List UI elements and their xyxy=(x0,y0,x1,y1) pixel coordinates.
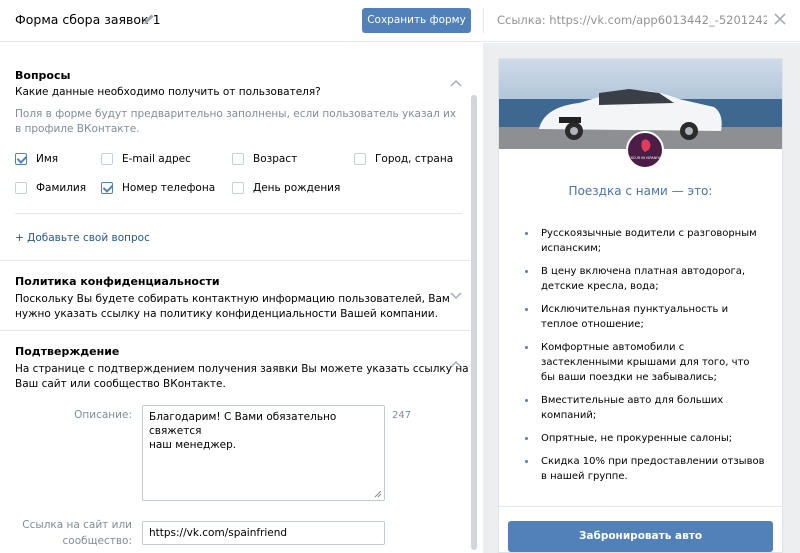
checkbox-label: Фамилия xyxy=(36,182,87,194)
confirmation-text-line2: Ваш сайт или сообщество ВКонтакте. xyxy=(15,378,226,390)
divider xyxy=(15,213,462,214)
close-icon[interactable] xyxy=(773,12,787,26)
questions-subtitle: Какие данные необходимо получить от поль… xyxy=(15,86,321,98)
checkbox-age[interactable]: Возраст xyxy=(232,153,297,165)
group-logo: EXCUR IN ISPANIYA xyxy=(626,131,664,169)
chevron-up-icon[interactable] xyxy=(450,79,462,87)
form-preview-card: EXCUR IN ISPANIYA Поездка с нами — это: … xyxy=(498,58,783,553)
preview-panel: EXCUR IN ISPANIYA Поездка с нами — это: … xyxy=(483,43,800,553)
list-item: Исключительная пунктуальность и теплое о… xyxy=(525,302,765,332)
checkbox-birthday[interactable]: День рождения xyxy=(232,182,340,194)
checkbox-label: День рождения xyxy=(253,182,341,194)
list-item: Вместительные авто для больших компаний; xyxy=(525,393,765,423)
preview-divider xyxy=(499,506,782,507)
link-label-line2: сообщество: xyxy=(62,535,133,547)
description-textarea[interactable]: Благодарим! С Вами обязательно свяжется … xyxy=(142,405,385,501)
list-item: В цену включена платная автодорога, детс… xyxy=(525,264,765,294)
book-car-button[interactable]: Забронировать авто xyxy=(508,521,773,552)
form-settings-panel: Вопросы Какие данные необходимо получить… xyxy=(0,43,482,553)
header-divider xyxy=(483,8,484,33)
description-label: Описание: xyxy=(74,409,132,421)
privacy-section: Политика конфиденциальности Поскольку Вы… xyxy=(0,261,470,331)
link-label-line1: Ссылка на сайт или xyxy=(22,519,132,531)
checkbox-label: Возраст xyxy=(253,153,298,165)
logo-text: EXCUR IN ISPANIYA xyxy=(628,156,662,160)
checkbox-box[interactable] xyxy=(232,153,244,165)
checkbox-label: E-mail адрес xyxy=(122,153,191,165)
form-title: Форма сбора заявок 1 xyxy=(15,12,161,27)
questions-section: Вопросы Какие данные необходимо получить… xyxy=(0,43,470,261)
site-link-input[interactable]: https://vk.com/spainfriend xyxy=(142,521,385,545)
privacy-title: Политика конфиденциальности xyxy=(15,275,220,288)
confirmation-title: Подтверждение xyxy=(15,345,120,358)
resize-grip-icon[interactable] xyxy=(374,490,382,498)
confirmation-text-line1: На странице с подтверждением получения з… xyxy=(15,363,469,375)
checkbox-box[interactable] xyxy=(354,153,366,165)
save-form-button[interactable]: Сохранить форму xyxy=(362,8,471,33)
description-line2: наш менеджер. xyxy=(149,439,237,451)
checkbox-label: Город, страна xyxy=(375,153,454,165)
scrollbar[interactable] xyxy=(471,95,477,550)
checkbox-surname[interactable]: Фамилия xyxy=(15,182,86,194)
description-line1: Благодарим! С Вами обязательно свяжется xyxy=(149,411,337,437)
form-link[interactable]: Ссылка: https://vk.com/app6013442_-52012… xyxy=(497,13,767,27)
add-question-link[interactable]: + Добавьте свой вопрос xyxy=(15,232,150,244)
checkbox-city[interactable]: Город, страна xyxy=(354,153,453,165)
preview-title: Поездка с нами — это: xyxy=(568,184,713,198)
questions-title: Вопросы xyxy=(15,69,71,82)
list-item: Комфортные автомобили с застекленными кр… xyxy=(525,340,765,385)
list-item: Опрятные, не прокуренные салоны; xyxy=(525,431,765,446)
list-item: Скидка 10% при предоставлении отзывов в … xyxy=(525,454,765,484)
checkbox-label: Номер телефона xyxy=(122,182,216,194)
privacy-text-line2: нужно указать ссылку на политику конфиде… xyxy=(15,308,438,320)
char-counter: 247 xyxy=(392,410,412,421)
checkbox-phone[interactable]: Номер телефона xyxy=(101,182,215,194)
top-bar: Форма сбора заявок 1 Сохранить форму Ссы… xyxy=(0,0,800,42)
questions-hint-line2: в профиле ВКонтакте. xyxy=(15,123,140,135)
checkbox-email[interactable]: E-mail адрес xyxy=(101,153,191,165)
checkbox-box[interactable] xyxy=(15,182,27,194)
checkbox-label: Имя xyxy=(36,153,59,165)
checkbox-box[interactable] xyxy=(101,182,113,194)
chevron-down-icon[interactable] xyxy=(450,292,462,300)
list-item: Русскоязычные водители с разговорным исп… xyxy=(525,226,765,256)
checkbox-name[interactable]: Имя xyxy=(15,153,58,165)
checkbox-box[interactable] xyxy=(232,182,244,194)
pencil-icon[interactable] xyxy=(142,12,156,26)
benefits-list: Русскоязычные водители с разговорным исп… xyxy=(525,226,765,492)
privacy-text-line1: Поскольку Вы будете собирать контактную … xyxy=(15,293,450,305)
questions-hint-line1: Поля в форме будут предварительно заполн… xyxy=(15,108,457,120)
checkbox-box[interactable] xyxy=(101,153,113,165)
checkbox-box[interactable] xyxy=(15,153,27,165)
